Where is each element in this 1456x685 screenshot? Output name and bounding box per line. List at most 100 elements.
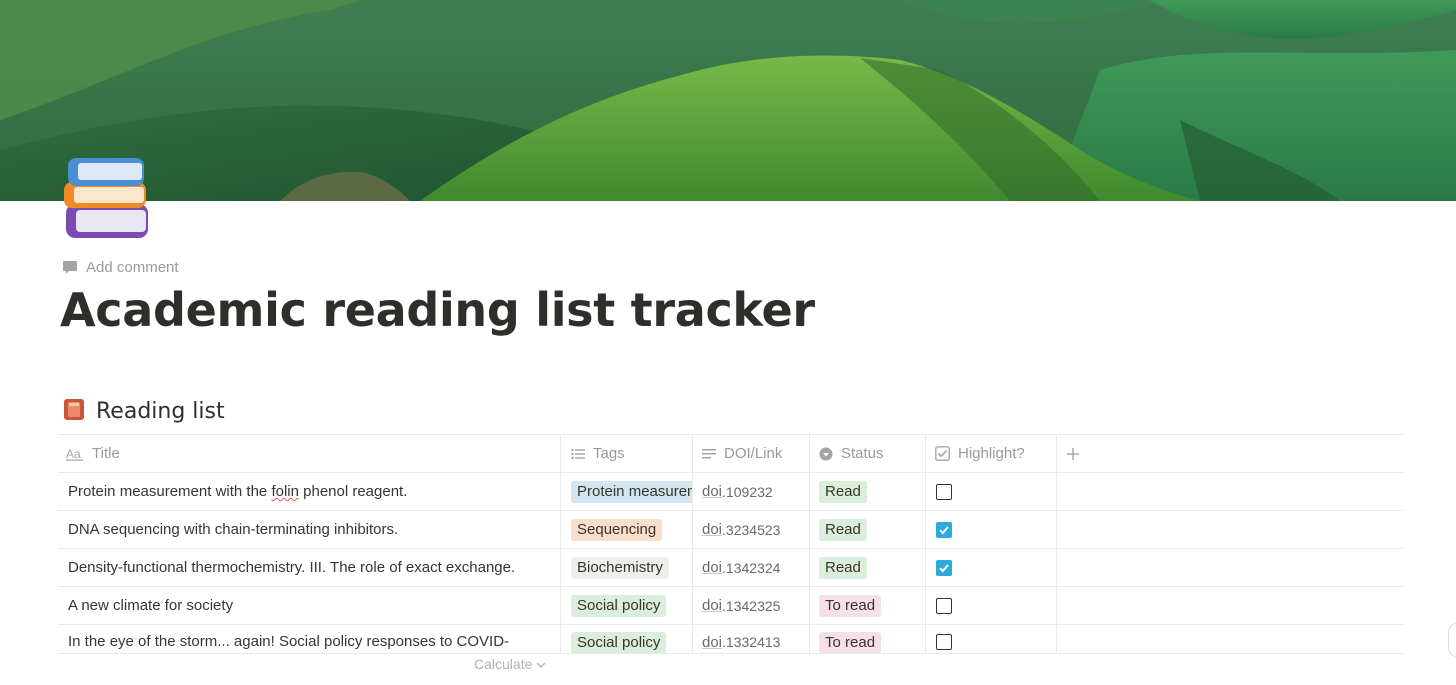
doi-number: .109232	[722, 483, 773, 500]
status-cell[interactable]: Read	[810, 473, 926, 510]
empty-cell	[1057, 625, 1403, 653]
doi-link[interactable]: doi	[702, 597, 722, 614]
highlight-cell	[926, 587, 1057, 624]
doi-link[interactable]: doi	[702, 634, 722, 651]
title-cell[interactable]: In the eye of the storm... again! Social…	[58, 625, 561, 653]
empty-cell	[1057, 549, 1403, 586]
status-badge: Read	[819, 518, 867, 541]
text-lines-icon	[702, 448, 716, 460]
misspelled-word: folin	[271, 483, 299, 500]
title-text: Protein measurement with the	[68, 483, 272, 500]
tag-pill: Social policy	[571, 632, 667, 653]
add-comment-button[interactable]: Add comment	[62, 257, 179, 277]
column-header-label: DOI/Link	[724, 445, 783, 462]
table-row[interactable]: In the eye of the storm... again! Social…	[58, 625, 1403, 654]
books-emoji-icon[interactable]	[62, 154, 154, 242]
add-comment-label: Add comment	[86, 258, 179, 276]
title-text: In the eye of the storm... again! Social…	[68, 633, 510, 650]
column-header-label: Status	[841, 445, 884, 462]
column-header-tags[interactable]: Tags	[561, 435, 693, 472]
tag-pill: Social policy	[571, 594, 667, 617]
checkmark-icon	[939, 525, 949, 534]
highlight-checkbox[interactable]	[936, 521, 952, 538]
reading-list-table: Aa Title Tags DOI/Link Status Highlight?…	[58, 434, 1403, 654]
doi-cell[interactable]: doi .1332413	[693, 625, 810, 653]
tags-cell[interactable]: Social policy	[561, 587, 693, 624]
column-header-doi[interactable]: DOI/Link	[693, 435, 810, 472]
highlight-cell	[926, 549, 1057, 586]
empty-cell	[1057, 587, 1403, 624]
column-header-status[interactable]: Status	[810, 435, 926, 472]
doi-number: .1342325	[722, 597, 781, 614]
status-badge: Read	[819, 480, 867, 503]
tag-pill: Sequencing	[571, 518, 663, 541]
page-title[interactable]: Academic reading list tracker	[60, 283, 815, 337]
doi-cell[interactable]: doi .1342325	[693, 587, 810, 624]
highlight-checkbox[interactable]	[936, 597, 952, 614]
table-row[interactable]: Density-functional thermochemistry. III.…	[58, 549, 1403, 587]
highlight-checkbox[interactable]	[936, 634, 952, 650]
doi-number: .1332413	[722, 634, 781, 650]
column-header-title[interactable]: Aa Title	[58, 435, 561, 472]
scroll-handle[interactable]	[1448, 622, 1456, 658]
comment-icon	[62, 260, 78, 275]
doi-link[interactable]: doi	[702, 483, 722, 500]
tags-cell[interactable]: Biochemistry	[561, 549, 693, 586]
status-badge: To read	[819, 594, 882, 617]
status-badge: Read	[819, 556, 867, 579]
table-header-row: Aa Title Tags DOI/Link Status Highlight?	[58, 435, 1403, 473]
calculate-label: Calculate	[474, 656, 533, 672]
multi-select-list-icon	[571, 448, 585, 460]
column-header-label: Title	[92, 445, 120, 462]
highlight-checkbox[interactable]	[936, 483, 952, 500]
red-book-icon	[62, 397, 86, 426]
title-text: Density-functional thermochemistry. III.…	[68, 559, 516, 576]
database-header: Reading list	[62, 396, 225, 426]
svg-text:Aa: Aa	[66, 447, 81, 461]
plus-icon	[1066, 447, 1080, 461]
highlight-cell	[926, 625, 1057, 653]
tag-pill: Biochemistry	[571, 556, 669, 579]
chevron-down-icon	[536, 656, 546, 672]
cover-image	[0, 0, 1456, 201]
status-cell[interactable]: To read	[810, 587, 926, 624]
table-row[interactable]: A new climate for society Social policy …	[58, 587, 1403, 625]
highlight-cell	[926, 473, 1057, 510]
doi-cell[interactable]: doi .1342324	[693, 549, 810, 586]
tags-cell[interactable]: Protein measurement	[561, 473, 693, 510]
checkmark-icon	[939, 563, 949, 572]
highlight-checkbox[interactable]	[936, 559, 952, 576]
column-header-highlight[interactable]: Highlight?	[926, 435, 1057, 472]
status-cell[interactable]: Read	[810, 549, 926, 586]
column-header-label: Highlight?	[958, 445, 1025, 462]
doi-number: .1342324	[722, 559, 781, 576]
title-text: phenol reagent.	[298, 483, 408, 500]
title-cell[interactable]: Density-functional thermochemistry. III.…	[58, 549, 561, 586]
add-property-button[interactable]	[1057, 435, 1403, 472]
status-cell[interactable]: Read	[810, 511, 926, 548]
tags-cell[interactable]: Sequencing	[561, 511, 693, 548]
doi-cell[interactable]: doi .109232	[693, 473, 810, 510]
status-badge: To read	[819, 632, 882, 653]
highlight-cell	[926, 511, 1057, 548]
title-aa-icon: Aa	[66, 447, 84, 461]
mountain-landscape-image	[0, 0, 1456, 201]
status-cell[interactable]: To read	[810, 625, 926, 653]
table-row[interactable]: Protein measurement with the folin pheno…	[58, 473, 1403, 511]
status-icon	[819, 447, 833, 461]
doi-cell[interactable]: doi .3234523	[693, 511, 810, 548]
tags-cell[interactable]: Social policy	[561, 625, 693, 653]
doi-link[interactable]: doi	[702, 559, 722, 576]
database-title[interactable]: Reading list	[96, 399, 225, 424]
doi-number: .3234523	[722, 521, 781, 538]
column-header-label: Tags	[593, 445, 625, 462]
checkbox-icon	[935, 446, 950, 461]
title-cell[interactable]: DNA sequencing with chain-terminating in…	[58, 511, 561, 548]
empty-cell	[1057, 511, 1403, 548]
doi-link[interactable]: doi	[702, 521, 722, 538]
title-cell[interactable]: A new climate for society	[58, 587, 561, 624]
title-cell[interactable]: Protein measurement with the folin pheno…	[58, 473, 561, 510]
table-row[interactable]: DNA sequencing with chain-terminating in…	[58, 511, 1403, 549]
title-text: DNA sequencing with chain-terminating in…	[68, 521, 399, 538]
calculate-button[interactable]: Calculate	[474, 656, 546, 672]
